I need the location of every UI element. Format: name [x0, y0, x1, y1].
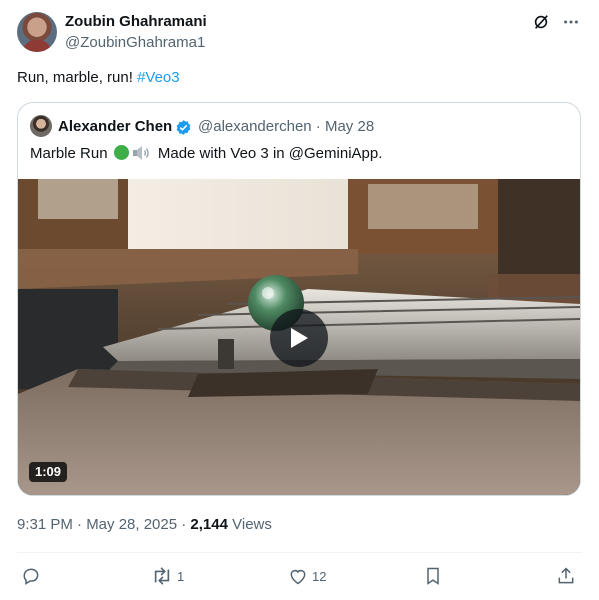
retweet-count: 1	[177, 568, 185, 584]
bookmark-icon	[427, 567, 439, 585]
header-actions	[531, 12, 581, 32]
author-avatar[interactable]	[17, 12, 57, 52]
reply-button[interactable]	[21, 565, 45, 587]
heart-icon	[290, 569, 306, 585]
tweet-timestamp: 9:31 PM · May 28, 2025 · 2,144 Views	[17, 516, 272, 533]
quote-author-avatar[interactable]	[30, 115, 52, 137]
action-bar: 1 12	[17, 565, 582, 587]
reply-icon	[23, 568, 39, 585]
grok-icon[interactable]	[531, 12, 551, 32]
hashtag-link[interactable]: #Veo3	[137, 69, 180, 86]
video-player[interactable]: 1:09	[18, 179, 580, 495]
quote-meta[interactable]: @alexanderchen · May 28	[198, 118, 374, 135]
retweet-icon	[154, 567, 170, 585]
author-handle[interactable]: @ZoubinGhahrama1	[65, 34, 205, 51]
play-button[interactable]	[270, 309, 328, 367]
quote-text: Marble Run Made with Veo 3 in @GeminiApp…	[30, 144, 382, 164]
green-circle-emoji	[113, 145, 129, 160]
like-count: 12	[312, 568, 327, 584]
more-icon[interactable]	[561, 12, 581, 32]
play-icon	[291, 328, 308, 348]
speaker-emoji-icon	[132, 146, 149, 160]
video-duration: 1:09	[29, 462, 68, 482]
share-button[interactable]	[556, 565, 576, 587]
quote-text-after: Made with Veo 3 in @GeminiApp.	[153, 145, 383, 162]
share-icon	[558, 567, 574, 584]
tweet: Zoubin Ghahramani @ZoubinGhahrama1 Run, …	[0, 0, 599, 600]
quote-author-name[interactable]: Alexander Chen	[58, 118, 172, 135]
author-name[interactable]: Zoubin Ghahramani	[65, 13, 207, 30]
views-label: Views	[227, 516, 272, 533]
retweet-button[interactable]: 1	[151, 565, 184, 587]
views-count: 2,144	[190, 516, 228, 533]
tweet-text: Run, marble, run! #Veo3	[17, 68, 180, 88]
bookmark-button[interactable]	[423, 565, 443, 587]
divider	[17, 552, 582, 553]
quoted-tweet[interactable]: Alexander Chen @alexanderchen · May 28 M…	[17, 102, 581, 496]
like-button[interactable]: 12	[288, 565, 326, 587]
quote-text-before: Marble Run	[30, 145, 112, 162]
verified-badge-icon	[176, 120, 191, 135]
time-date[interactable]: 9:31 PM · May 28, 2025 ·	[17, 516, 190, 533]
tweet-text-prefix: Run, marble, run!	[17, 69, 138, 86]
